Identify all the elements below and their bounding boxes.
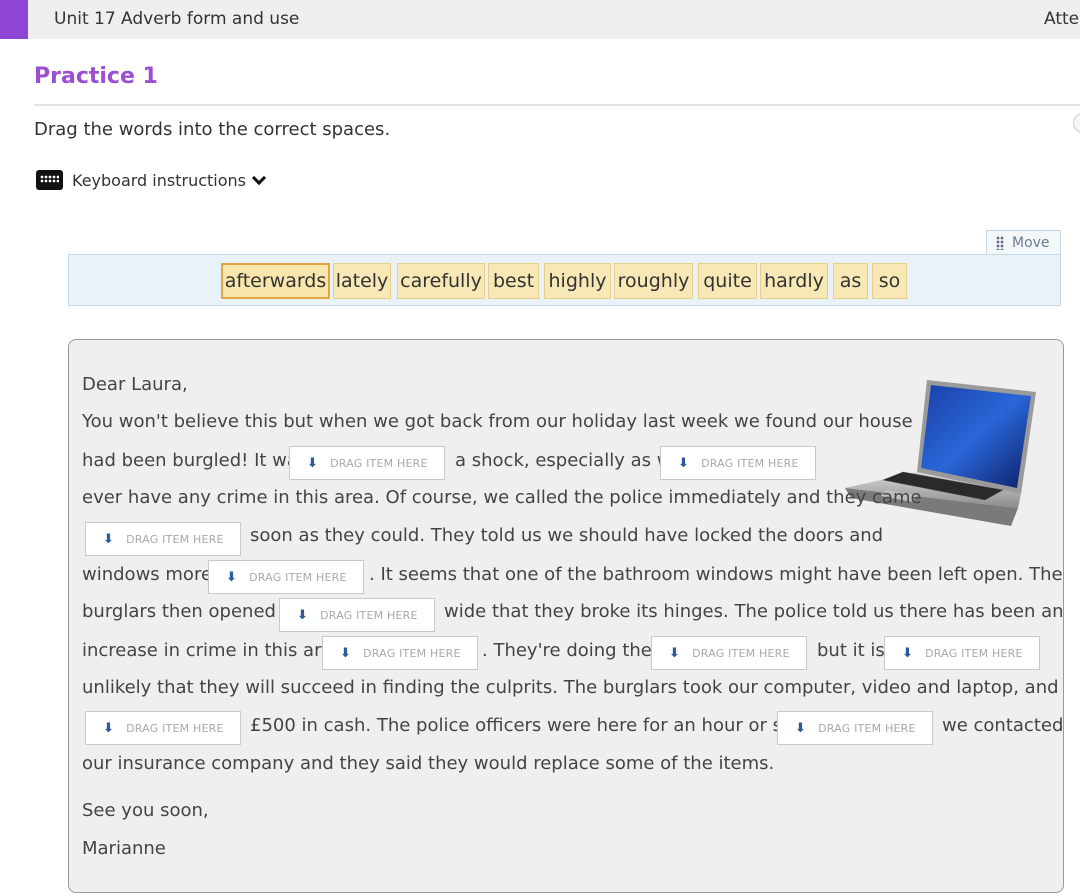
accent-strip <box>0 0 28 39</box>
passage-text: You won't believe this but when we got b… <box>82 411 913 432</box>
drop-zone-label: DRAG ITEM HERE <box>925 646 1023 660</box>
grip-icon <box>996 235 1004 250</box>
greeting-text: Dear Laura, <box>82 374 188 395</box>
arrow-down-icon: ⬇ <box>795 720 807 736</box>
keyboard-icon <box>36 170 63 190</box>
passage-text: soon as they could. They told us we shou… <box>250 525 884 546</box>
divider <box>34 104 1080 106</box>
drop-zone-label: DRAG ITEM HERE <box>249 570 347 584</box>
word-chip[interactable]: best <box>488 263 539 299</box>
word-chip[interactable]: roughly <box>614 263 693 299</box>
drop-zone[interactable]: ⬇ DRAG ITEM HERE <box>660 446 816 480</box>
move-button[interactable]: Move <box>986 230 1061 255</box>
passage-text: increase in crime in this area <box>82 640 344 661</box>
word-chip[interactable]: carefully <box>397 263 485 299</box>
passage-text: windows more <box>82 564 213 585</box>
word-chip[interactable]: so <box>872 263 907 299</box>
word-chip[interactable]: afterwards <box>221 263 330 299</box>
passage-text: £500 in cash. The police officers were h… <box>250 715 833 736</box>
side-button[interactable] <box>1073 113 1080 133</box>
drop-zone[interactable]: ⬇ DRAG ITEM HERE <box>651 636 807 670</box>
passage-text: our insurance company and they said they… <box>82 753 775 774</box>
drop-zone-label: DRAG ITEM HERE <box>126 532 224 546</box>
drop-zone[interactable]: ⬇ DRAG ITEM HERE <box>85 711 241 745</box>
keyboard-instructions-label: Keyboard instructions <box>72 170 246 190</box>
drop-zone[interactable]: ⬇ DRAG ITEM HERE <box>777 711 933 745</box>
drop-zone[interactable]: ⬇ DRAG ITEM HERE <box>279 598 435 632</box>
signature-text: Marianne <box>82 838 166 859</box>
word-chip[interactable]: highly <box>544 263 611 299</box>
top-bar: Unit 17 Adverb form and use Atte <box>0 0 1080 39</box>
passage-text: had been burgled! It was <box>82 450 308 471</box>
drop-zone-label: DRAG ITEM HERE <box>363 646 461 660</box>
arrow-down-icon: ⬇ <box>226 569 238 585</box>
drop-zone[interactable]: ⬇ DRAG ITEM HERE <box>208 560 364 594</box>
arrow-down-icon: ⬇ <box>307 455 319 471</box>
word-chip[interactable]: as <box>833 263 868 299</box>
arrow-down-icon: ⬇ <box>678 455 690 471</box>
drop-zone[interactable]: ⬇ DRAG ITEM HERE <box>289 446 445 480</box>
drop-zone-label: DRAG ITEM HERE <box>818 721 916 735</box>
closing-text: See you soon, <box>82 800 209 821</box>
passage-text: . It seems that one of the bathroom wind… <box>369 564 1063 585</box>
arrow-down-icon: ⬇ <box>103 720 115 736</box>
arrow-down-icon: ⬇ <box>340 645 352 661</box>
passage-text: we contacted <box>942 715 1064 736</box>
arrow-down-icon: ⬇ <box>103 531 115 547</box>
chevron-down-icon <box>251 170 267 185</box>
drop-zone[interactable]: ⬇ DRAG ITEM HERE <box>884 636 1040 670</box>
passage-text: a shock, especially as we <box>455 450 683 471</box>
attempt-label[interactable]: Atte <box>1044 9 1079 29</box>
passage-text: burglars then opened it <box>82 601 294 622</box>
word-chip[interactable]: lately <box>333 263 391 299</box>
drop-zone-label: DRAG ITEM HERE <box>330 456 428 470</box>
arrow-down-icon: ⬇ <box>297 607 309 623</box>
word-chip[interactable]: hardly <box>760 263 828 299</box>
keyboard-instructions-toggle[interactable]: Keyboard instructions <box>36 168 267 192</box>
drop-zone-label: DRAG ITEM HERE <box>701 456 799 470</box>
passage-text: . They're doing their <box>482 640 665 661</box>
arrow-down-icon: ⬇ <box>669 645 681 661</box>
drop-zone-label: DRAG ITEM HERE <box>320 608 418 622</box>
arrow-down-icon: ⬇ <box>902 645 914 661</box>
instruction-text: Drag the words into the correct spaces. <box>34 119 391 140</box>
page-title: Practice 1 <box>34 64 158 89</box>
passage-text: wide that they broke its hinges. The pol… <box>444 601 1064 622</box>
passage-text: but it is <box>817 640 885 661</box>
unit-title: Unit 17 Adverb form and use <box>54 9 300 29</box>
word-bank: afterwards lately carefully best highly … <box>68 254 1061 306</box>
passage-text: unlikely that they will succeed in findi… <box>82 677 1059 698</box>
passage-text: ever have any crime in this area. Of cou… <box>82 487 922 508</box>
drop-zone[interactable]: ⬇ DRAG ITEM HERE <box>85 522 241 556</box>
drop-zone-label: DRAG ITEM HERE <box>126 721 224 735</box>
move-label: Move <box>1012 234 1050 251</box>
word-chip[interactable]: quite <box>698 263 757 299</box>
drop-zone[interactable]: ⬇ DRAG ITEM HERE <box>322 636 478 670</box>
drop-zone-label: DRAG ITEM HERE <box>692 646 790 660</box>
